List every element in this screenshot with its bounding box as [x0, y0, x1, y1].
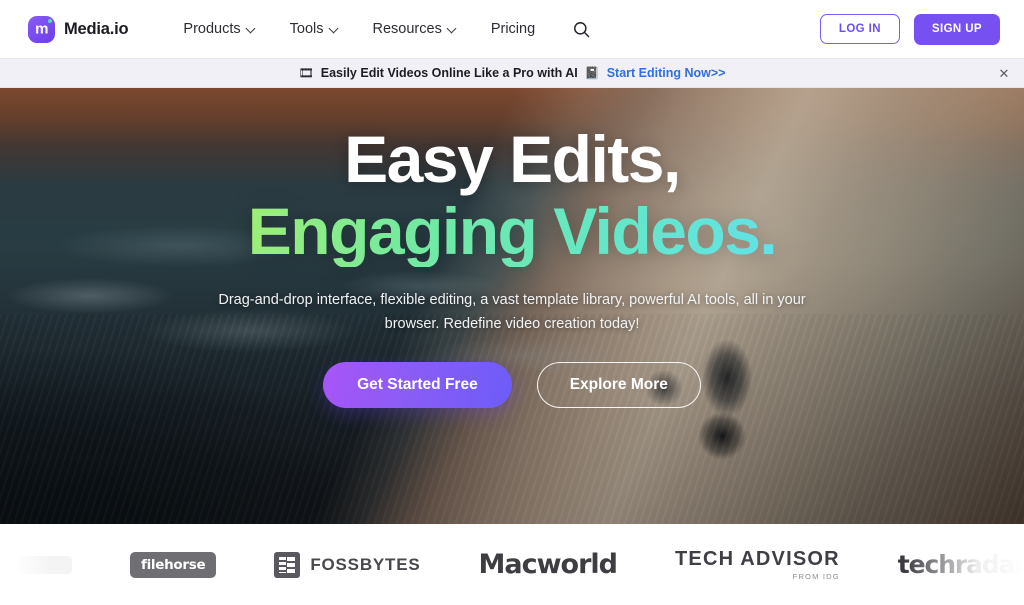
- techradar-label: techradar.: [897, 550, 1024, 579]
- partial-logo-icon: [18, 555, 72, 574]
- promo-banner: 🎞 Easily Edit Videos Online Like a Pro w…: [0, 58, 1024, 88]
- hero-content: Easy Edits, Engaging Videos. Drag-and-dr…: [0, 88, 1024, 409]
- nav-item-tools[interactable]: Tools: [273, 13, 356, 45]
- tech-advisor-label: TECH ADVISOR: [674, 547, 840, 570]
- fossbytes-lockup: FOSSBYTES: [274, 551, 421, 578]
- chevron-down-icon: [330, 24, 339, 33]
- tech-advisor-sublabel: FROM IDG: [792, 571, 840, 581]
- press-logos-track: filehorse FOSSBYTES Macworld TECH ADVISO…: [0, 545, 1024, 585]
- nav-item-pricing[interactable]: Pricing: [474, 13, 552, 45]
- nav-label-tools: Tools: [289, 21, 324, 37]
- press-logo-partial[interactable]: [18, 545, 72, 585]
- logo-letter: m: [35, 20, 48, 37]
- explore-more-button[interactable]: Explore More: [536, 362, 701, 409]
- press-logo-macworld[interactable]: Macworld: [478, 545, 618, 585]
- chevron-down-icon: [247, 24, 256, 33]
- press-logo-techradar[interactable]: techradar.: [898, 545, 1024, 585]
- header-actions: LOG IN SIGN UP: [819, 13, 1000, 45]
- brand-logo[interactable]: m Media.io: [28, 15, 129, 43]
- macworld-label: Macworld: [478, 549, 618, 580]
- nav-label-resources: Resources: [372, 21, 442, 37]
- logo-accent-dot-icon: [47, 18, 52, 23]
- press-logos-section: filehorse FOSSBYTES Macworld TECH ADVISO…: [0, 524, 1024, 605]
- promo-content: 🎞 Easily Edit Videos Online Like a Pro w…: [299, 66, 726, 80]
- hero-cta-group: Get Started Free Explore More: [0, 362, 1024, 409]
- get-started-free-button[interactable]: Get Started Free: [323, 362, 512, 409]
- brand-name: Media.io: [64, 19, 129, 38]
- press-logo-fossbytes[interactable]: FOSSBYTES: [274, 545, 420, 585]
- start-editing-link[interactable]: Start Editing Now>>: [607, 66, 726, 80]
- hero-section: Easy Edits, Engaging Videos. Drag-and-dr…: [0, 88, 1024, 524]
- film-strip-icon: 🎞: [298, 66, 314, 80]
- close-banner-button[interactable]: ✕: [996, 65, 1012, 81]
- fossbytes-mark-icon: [274, 551, 301, 578]
- hero-headline-line1: Easy Edits,: [344, 122, 681, 196]
- nav-label-products: Products: [183, 21, 241, 37]
- press-logo-tech-advisor[interactable]: TECH ADVISOR FROM IDG: [675, 545, 840, 585]
- hero-headline-line2: Engaging Videos.: [0, 196, 1024, 267]
- hero-subtitle: Drag-and-drop interface, flexible editin…: [218, 292, 806, 332]
- site-header: m Media.io Products Tools Resources Pric…: [0, 0, 1024, 58]
- filehorse-label: filehorse: [130, 551, 217, 578]
- media-io-logo-icon: m: [28, 15, 55, 43]
- notebook-icon: 📓: [584, 66, 600, 80]
- nav-label-pricing: Pricing: [490, 21, 536, 37]
- page-root: m Media.io Products Tools Resources Pric…: [0, 0, 1024, 605]
- nav-item-products[interactable]: Products: [166, 13, 272, 45]
- search-icon: [573, 21, 589, 37]
- search-button[interactable]: [566, 14, 596, 44]
- promo-text: Easily Edit Videos Online Like a Pro wit…: [320, 66, 578, 80]
- login-button[interactable]: LOG IN: [819, 14, 900, 44]
- chevron-down-icon: [448, 24, 457, 33]
- press-logo-filehorse[interactable]: filehorse: [130, 545, 217, 585]
- nav-item-resources[interactable]: Resources: [356, 13, 474, 45]
- fossbytes-label: FOSSBYTES: [310, 554, 421, 574]
- signup-button[interactable]: SIGN UP: [913, 13, 1000, 45]
- main-nav: Products Tools Resources Pricing: [166, 13, 552, 45]
- tech-advisor-lockup: TECH ADVISOR FROM IDG: [675, 549, 840, 581]
